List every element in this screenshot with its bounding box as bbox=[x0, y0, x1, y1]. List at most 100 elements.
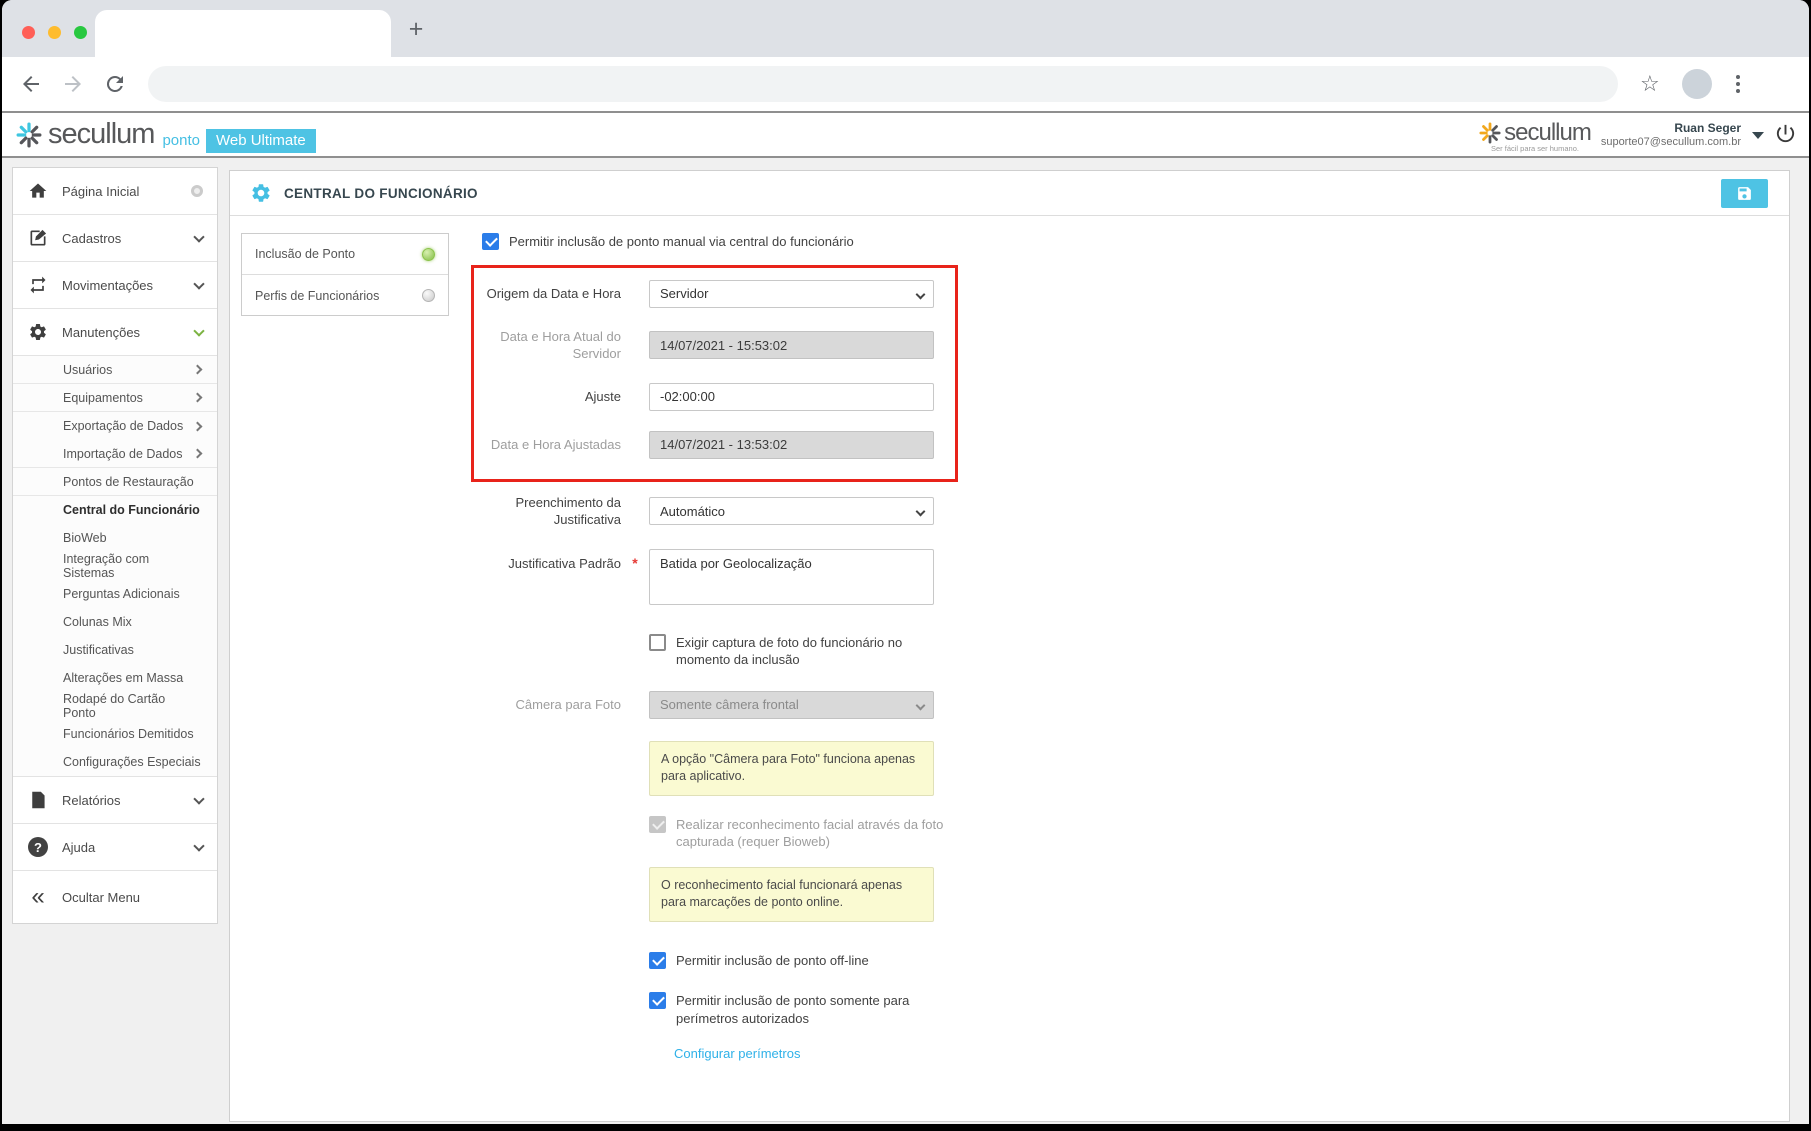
sidebar-item-ajuda[interactable]: Ajuda bbox=[13, 824, 217, 871]
sidebar-item-relatorios[interactable]: Relatórios bbox=[13, 777, 217, 824]
perimetros-checkbox[interactable] bbox=[649, 992, 666, 1009]
sidebar-item-ocultar-menu[interactable]: Ocultar Menu bbox=[13, 871, 217, 923]
chevron-down-icon bbox=[916, 289, 926, 299]
browser-window: secullum ponto Web Ultimate secullum Ser… bbox=[2, 0, 1809, 1124]
tab-inclusao-de-ponto[interactable]: Inclusão de Ponto bbox=[242, 234, 448, 275]
sidebar-item-movimentacoes[interactable]: Movimentações bbox=[13, 262, 217, 309]
data-hora-ajustadas-field bbox=[649, 431, 934, 459]
justificativa-padrao-textarea[interactable]: Batida por Geolocalização bbox=[649, 549, 934, 605]
browser-toolbar bbox=[2, 57, 1809, 113]
maximize-window-icon[interactable] bbox=[74, 26, 87, 39]
home-icon bbox=[27, 180, 49, 202]
sidebar-item-colunas-mix[interactable]: Colunas Mix bbox=[13, 608, 217, 636]
tab-perfis-de-funcionarios[interactable]: Perfis de Funcionários bbox=[242, 275, 448, 316]
perimetros-checkbox-row: Permitir inclusão de ponto somente para … bbox=[649, 992, 1282, 1027]
allow-manual-punch-checkbox[interactable] bbox=[482, 233, 499, 250]
data-hora-servidor-field bbox=[649, 331, 934, 359]
exigir-foto-checkbox[interactable] bbox=[649, 634, 666, 651]
panel-header: CENTRAL DO FUNCIONÁRIO bbox=[230, 171, 1789, 216]
user-name: Ruan Seger bbox=[1601, 121, 1741, 136]
sidebar-item-rodape-do-cartao-ponto[interactable]: Rodapé do Cartão Ponto bbox=[13, 692, 217, 720]
sidebar-item-bioweb[interactable]: BioWeb bbox=[13, 524, 217, 552]
sidebar-item-cadastros[interactable]: Cadastros bbox=[13, 215, 217, 262]
sidebar-item-justificativas[interactable]: Justificativas bbox=[13, 636, 217, 664]
page-content: Página Inicial Cadastros Movimentações bbox=[2, 158, 1809, 1124]
chevron-right-icon bbox=[193, 421, 203, 431]
sidebar-item-perguntas-adicionais[interactable]: Perguntas Adicionais bbox=[13, 580, 217, 608]
ajuste-row: Ajuste bbox=[482, 383, 934, 411]
exigir-foto-checkbox-row: Exigir captura de foto do funcionário no… bbox=[649, 634, 1282, 669]
sidebar: Página Inicial Cadastros Movimentações bbox=[12, 167, 218, 924]
preenchimento-justificativa-select[interactable]: Automático bbox=[649, 497, 934, 525]
sidebar-item-usuarios[interactable]: Usuários bbox=[13, 356, 217, 384]
address-bar[interactable] bbox=[148, 66, 1618, 102]
camera-note: A opção "Câmera para Foto" funciona apen… bbox=[649, 741, 934, 796]
sidebar-item-pontos-de-restauracao[interactable]: Pontos de Restauração bbox=[13, 468, 217, 496]
sidebar-item-integracao-com-sistemas[interactable]: Integração com Sistemas bbox=[13, 552, 217, 580]
data-hora-ajustadas-row: Data e Hora Ajustadas bbox=[482, 431, 934, 459]
user-menu-chevron-icon[interactable] bbox=[1752, 132, 1764, 139]
user-info: Ruan Seger suporte07@secullum.com.br bbox=[1601, 121, 1741, 150]
browser-tab[interactable] bbox=[95, 10, 391, 57]
origem-data-hora-row: Origem da Data e Hora Servidor bbox=[482, 280, 934, 308]
selected-radio-icon bbox=[422, 248, 435, 261]
chevron-down-icon bbox=[193, 793, 204, 804]
edition-badge: Web Ultimate bbox=[206, 129, 316, 153]
sidebar-item-importacao-de-dados[interactable]: Importação de Dados bbox=[13, 440, 217, 468]
unselected-radio-icon bbox=[422, 289, 435, 302]
chevron-down-icon bbox=[193, 231, 204, 242]
camera-para-foto-select: Somente câmera frontal bbox=[649, 691, 934, 719]
save-button[interactable] bbox=[1721, 179, 1768, 208]
secullum-logo-icon-right bbox=[1479, 122, 1501, 144]
reconhecimento-facial-checkbox-row: Realizar reconhecimento facial através d… bbox=[649, 816, 1282, 851]
settings-form: Permitir inclusão de ponto manual via ce… bbox=[482, 233, 1282, 1061]
app-header: secullum ponto Web Ultimate secullum Ser… bbox=[2, 113, 1809, 158]
data-hora-servidor-row: Data e Hora Atual do Servidor bbox=[482, 328, 934, 363]
document-icon bbox=[27, 789, 49, 811]
sidebar-item-exportacao-de-dados[interactable]: Exportação de Dados bbox=[13, 412, 217, 440]
settings-tab-list: Inclusão de Ponto Perfis de Funcionários bbox=[241, 233, 449, 316]
main-panel: CENTRAL DO FUNCIONÁRIO Inclusão de Ponto… bbox=[229, 170, 1790, 1122]
browser-menu-icon[interactable] bbox=[1736, 75, 1740, 93]
forward-icon[interactable] bbox=[60, 71, 86, 97]
chevron-down-icon-green bbox=[193, 325, 204, 336]
secullum-logo-right: secullum Ser fácil para ser humano. bbox=[1479, 119, 1591, 153]
allow-manual-punch-checkbox-row: Permitir inclusão de ponto manual via ce… bbox=[482, 233, 1282, 251]
sidebar-item-configuracoes-especiais[interactable]: Configurações Especiais bbox=[13, 748, 217, 776]
user-email: suporte07@secullum.com.br bbox=[1601, 136, 1741, 150]
bookmark-star-icon[interactable] bbox=[1640, 71, 1660, 97]
preenchimento-justificativa-row: Preenchimento da Justificativa Automátic… bbox=[482, 494, 1282, 529]
gear-icon bbox=[27, 321, 49, 343]
browser-profile-avatar[interactable] bbox=[1682, 69, 1712, 99]
collapse-menu-icon bbox=[27, 886, 49, 908]
ponto-offline-checkbox[interactable] bbox=[649, 952, 666, 969]
chevron-down-icon bbox=[193, 278, 204, 289]
new-tab-icon[interactable] bbox=[402, 16, 430, 44]
highlighted-datetime-group: Origem da Data e Hora Servidor Data e Ho… bbox=[471, 265, 958, 482]
chevron-down-icon bbox=[916, 700, 926, 710]
sidebar-item-central-do-funcionario[interactable]: Central do Funcionário bbox=[13, 496, 217, 524]
back-icon[interactable] bbox=[18, 71, 44, 97]
reload-icon[interactable] bbox=[102, 71, 128, 97]
justificativa-padrao-row: Justificativa Padrão * Batida por Geoloc… bbox=[482, 549, 1282, 608]
browser-tab-bar bbox=[2, 0, 1809, 57]
brand-wordmark: secullum bbox=[48, 118, 154, 151]
camera-para-foto-row: Câmera para Foto Somente câmera frontal bbox=[482, 691, 1282, 719]
minimize-window-icon[interactable] bbox=[48, 26, 61, 39]
ajuste-input[interactable] bbox=[649, 383, 934, 411]
close-window-icon[interactable] bbox=[22, 26, 35, 39]
save-floppy-icon bbox=[1736, 185, 1753, 202]
origem-data-hora-select[interactable]: Servidor bbox=[649, 280, 934, 308]
ponto-offline-checkbox-row: Permitir inclusão de ponto off-line bbox=[649, 952, 1282, 970]
sidebar-item-alteracoes-em-massa[interactable]: Alterações em Massa bbox=[13, 664, 217, 692]
configurar-perimetros-link[interactable]: Configurar perímetros bbox=[674, 1046, 800, 1061]
sidebar-item-funcionarios-demitidos[interactable]: Funcionários Demitidos bbox=[13, 720, 217, 748]
sidebar-item-manutencoes[interactable]: Manutenções bbox=[13, 309, 217, 356]
logout-power-icon[interactable] bbox=[1774, 122, 1797, 150]
sidebar-item-equipamentos[interactable]: Equipamentos bbox=[13, 384, 217, 412]
repeat-arrows-icon bbox=[27, 274, 49, 296]
product-name: ponto bbox=[162, 132, 200, 149]
sidebar-item-pagina-inicial[interactable]: Página Inicial bbox=[13, 168, 217, 215]
chevron-right-icon bbox=[193, 449, 203, 459]
chevron-right-icon bbox=[193, 393, 203, 403]
